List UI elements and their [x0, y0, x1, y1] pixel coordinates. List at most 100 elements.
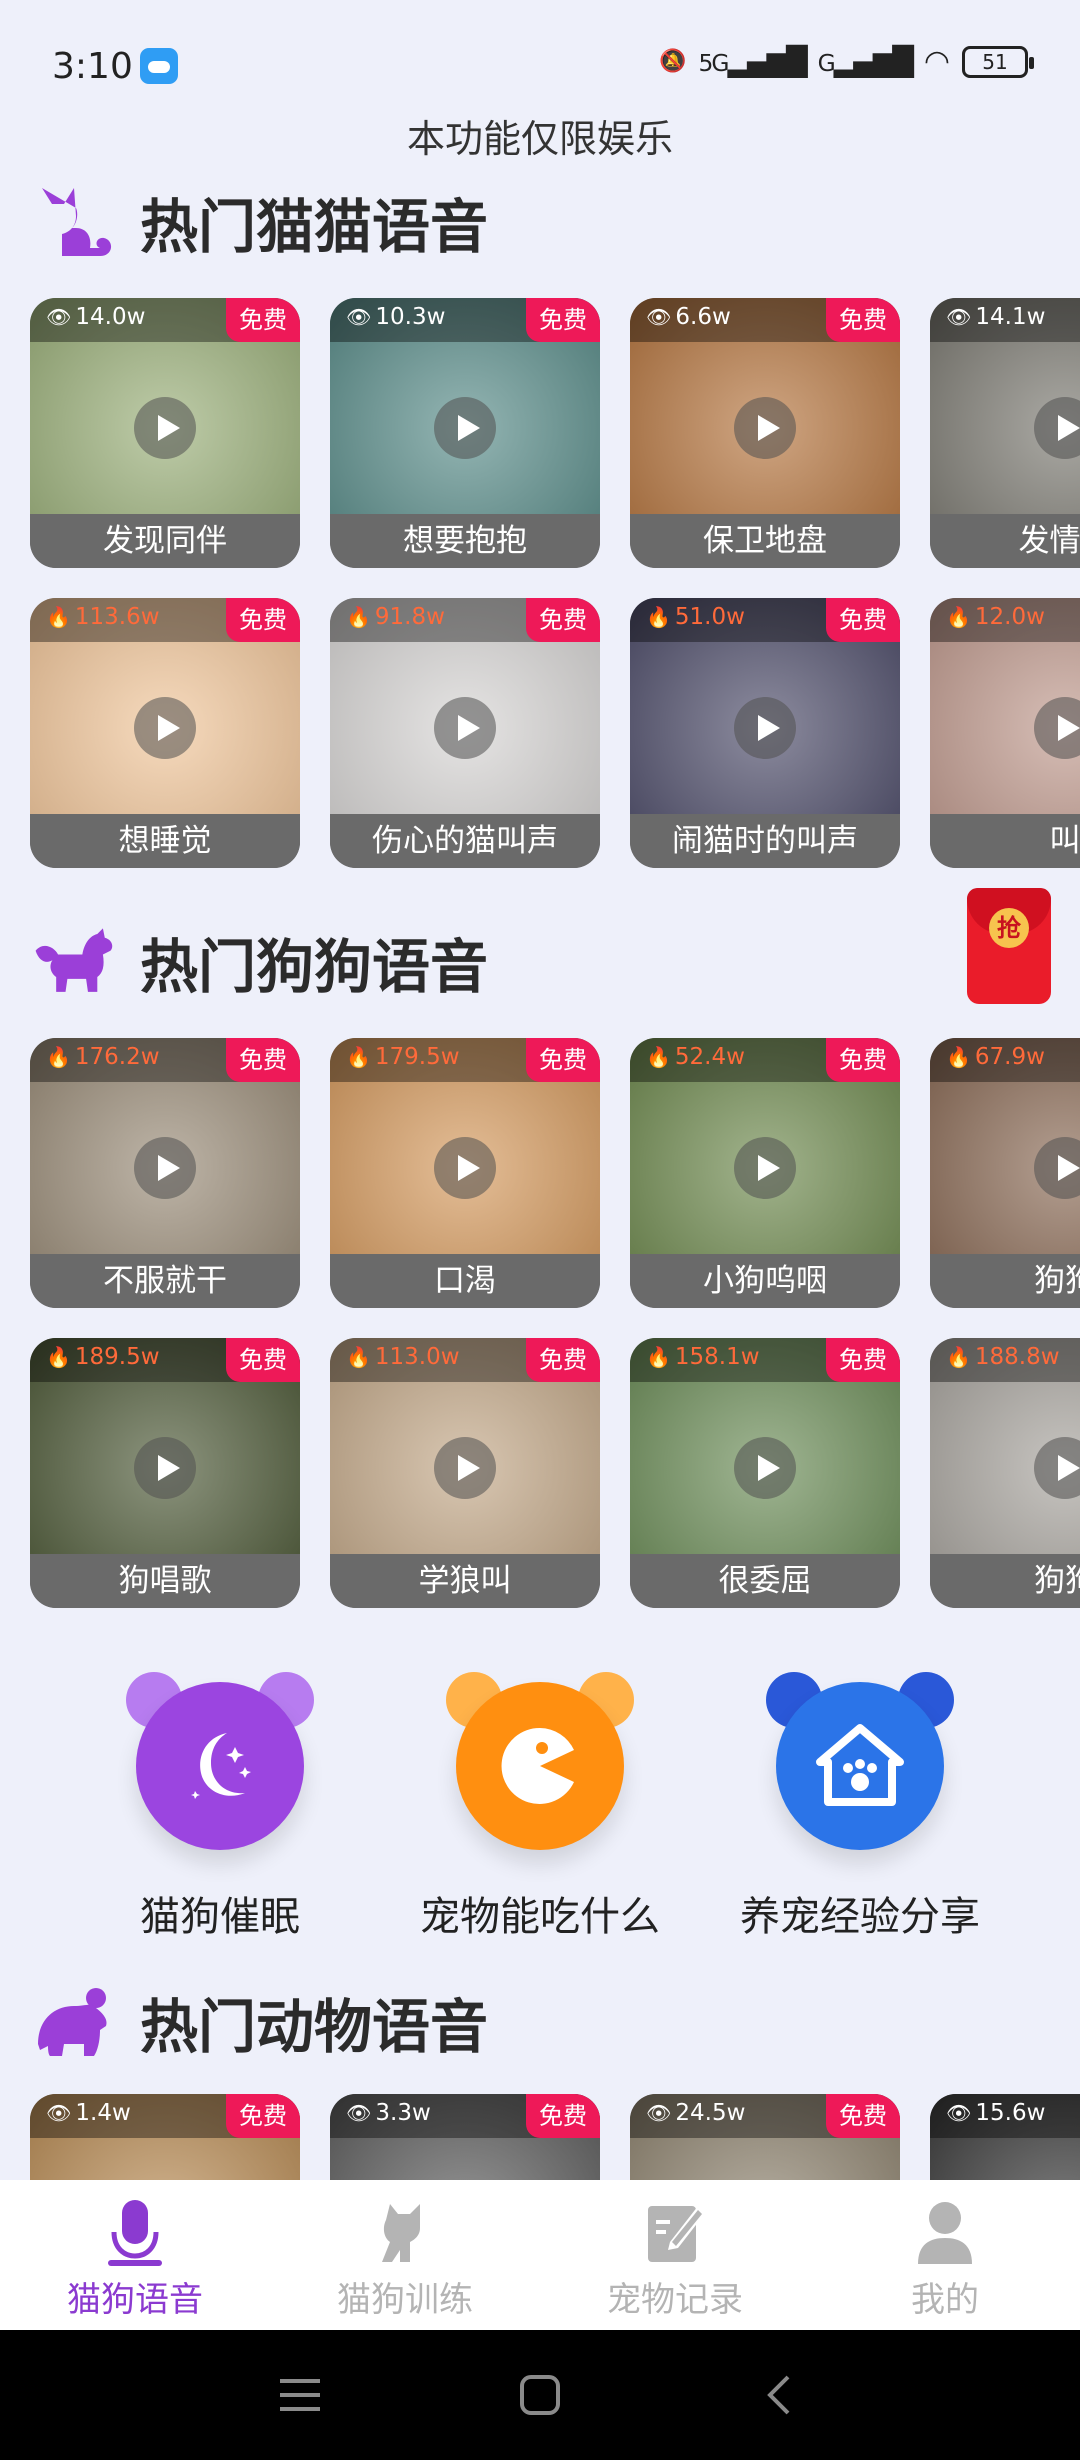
tab-label: 我的	[911, 2280, 979, 2320]
voice-card[interactable]: 🔥188.8w免费狗狗	[930, 1338, 1080, 1608]
hot-count: 🔥 188.8w	[946, 1344, 1060, 1370]
voice-card[interactable]: 👁 3.3w 免费	[330, 2094, 600, 2180]
fire-icon: 🔥	[946, 1345, 971, 1369]
eye-icon: 👁	[346, 305, 372, 329]
fire-icon: 🔥	[646, 1345, 671, 1369]
edit-note-icon	[640, 2198, 710, 2266]
voice-card[interactable]: 🔥 176.2w 免费 不服就干	[30, 1038, 300, 1308]
tab-user[interactable]: 我的	[810, 2180, 1080, 2330]
bottom-tab-bar: 猫狗语音 猫狗训练 宠物记录 我的	[0, 2180, 1080, 2330]
voice-card[interactable]: 👁 6.6w 免费 保卫地盘	[630, 298, 900, 568]
voice-card-caption: 小狗呜咽	[630, 1254, 900, 1308]
section-header-animals: 热门动物语音	[30, 1980, 488, 2064]
mute-icon: 🔕	[659, 49, 687, 74]
play-icon[interactable]	[134, 1437, 196, 1499]
free-badge: 免费	[226, 1038, 300, 1082]
hot-count: 🔥 51.0w	[646, 604, 745, 630]
dog-voice-row-2: 🔥 189.5w 免费 狗唱歌 🔥 113.0w 免费 学狼叫 🔥 158.1w 免费 很委屈 🔥 188…	[30, 1338, 1080, 1608]
red-packet-button[interactable]: 抢	[967, 888, 1051, 1004]
eye-icon: 👁	[646, 305, 672, 329]
eye-icon: 👁	[946, 305, 972, 329]
home-icon[interactable]	[518, 2373, 562, 2417]
user-icon	[910, 2198, 980, 2266]
fire-icon: 🔥	[646, 605, 671, 629]
cloud-icon	[140, 48, 178, 84]
hot-count: 🔥 176.2w	[46, 1044, 160, 1070]
menu-icon[interactable]	[278, 2375, 322, 2415]
voice-card-caption: 闹猫时的叫声	[630, 814, 900, 868]
play-icon[interactable]	[434, 697, 496, 759]
voice-card[interactable]: 🔥 158.1w 免费 很委屈	[630, 1338, 900, 1608]
fire-icon: 🔥	[46, 605, 71, 629]
free-badge: 免费	[826, 2094, 900, 2138]
voice-card[interactable]: 🔥 113.0w 免费 学狼叫	[330, 1338, 600, 1608]
hot-count: 🔥 67.9w	[946, 1044, 1045, 1070]
voice-card-caption: 想睡觉	[30, 814, 300, 868]
play-icon[interactable]	[434, 1437, 496, 1499]
play-icon[interactable]	[434, 397, 496, 459]
hot-count: 🔥 113.6w	[46, 604, 160, 630]
voice-card-caption: 伤心的猫叫声	[330, 814, 600, 868]
hot-count: 🔥 12.0w	[946, 604, 1045, 630]
tab-edit-note[interactable]: 宠物记录	[540, 2180, 810, 2330]
voice-card[interactable]: 🔥 51.0w 免费闹猫时的叫声	[630, 598, 900, 868]
fire-icon: 🔥	[946, 1045, 971, 1069]
feature-icon-wrap	[766, 1672, 954, 1850]
voice-card[interactable]: 👁14.1w免费发情的	[930, 298, 1080, 568]
play-icon[interactable]	[734, 697, 796, 759]
free-badge: 免费	[526, 1338, 600, 1382]
free-badge: 免费	[526, 298, 600, 342]
feature-pacman[interactable]: 宠物能吃什么	[390, 1672, 690, 1942]
battery-icon: 51	[962, 45, 1034, 78]
voice-card[interactable]: 🔥 52.4w 免费 小狗呜咽	[630, 1038, 900, 1308]
signal-icon: 5G▂▄▆█	[698, 45, 808, 78]
hot-count: 🔥 91.8w	[346, 604, 445, 630]
voice-card[interactable]: 👁 1.4w 免费	[30, 2094, 300, 2180]
view-count: 👁 10.3w	[346, 304, 446, 330]
voice-card-caption: 叫	[930, 814, 1080, 868]
play-icon[interactable]	[734, 397, 796, 459]
fire-icon: 🔥	[346, 605, 371, 629]
animal-voice-row: 👁1.4w 免费 👁3.3w 免费 👁24.5w 免费 👁15.6w免费	[30, 2094, 1080, 2180]
free-badge: 免费	[826, 598, 900, 642]
voice-card-caption: 很委屈	[630, 1554, 900, 1608]
play-icon[interactable]	[134, 397, 196, 459]
feature-moon-stars[interactable]: 猫狗催眠	[70, 1672, 370, 1942]
back-icon[interactable]	[758, 2373, 802, 2417]
free-badge: 免费	[526, 2094, 600, 2138]
play-icon[interactable]	[434, 1137, 496, 1199]
voice-card-caption: 狗狗	[930, 1554, 1080, 1608]
voice-card-caption: 狗狗	[930, 1254, 1080, 1308]
fire-icon: 🔥	[646, 1045, 671, 1069]
voice-card[interactable]: 🔥 189.5w 免费 狗唱歌	[30, 1338, 300, 1608]
moon-stars-icon	[136, 1682, 304, 1850]
fire-icon: 🔥	[46, 1345, 71, 1369]
voice-card[interactable]: 👁 10.3w 免费 想要抱抱	[330, 298, 600, 568]
dog-icon	[370, 2198, 440, 2266]
dog-icon	[30, 922, 116, 1002]
voice-card[interactable]: 🔥 179.5w 免费 口渴	[330, 1038, 600, 1308]
feature-pet-house[interactable]: 养宠经验分享	[710, 1672, 1010, 1942]
voice-card-caption: 发情的	[930, 514, 1080, 568]
fire-icon: 🔥	[946, 605, 971, 629]
voice-card[interactable]: 🔥 113.6w 免费 想睡觉	[30, 598, 300, 868]
eye-icon: 👁	[346, 2101, 372, 2125]
tab-microphone[interactable]: 猫狗语音	[0, 2180, 270, 2330]
eye-icon: 👁	[46, 2101, 72, 2125]
voice-card[interactable]: 👁 14.0w 免费 发现同伴	[30, 298, 300, 568]
voice-card[interactable]: 🔥67.9w免费狗狗	[930, 1038, 1080, 1308]
voice-card[interactable]: 👁 24.5w 免费	[630, 2094, 900, 2180]
play-icon[interactable]	[734, 1137, 796, 1199]
play-icon[interactable]	[134, 1137, 196, 1199]
play-icon[interactable]	[734, 1437, 796, 1499]
section-header-dogs: 热门狗狗语音	[30, 920, 488, 1004]
view-count: 👁 14.1w	[946, 304, 1046, 330]
tab-dog[interactable]: 猫狗训练	[270, 2180, 540, 2330]
voice-card[interactable]: 👁15.6w免费	[930, 2094, 1080, 2180]
eye-icon: 👁	[646, 2101, 672, 2125]
voice-card[interactable]: 🔥12.0w免费叫	[930, 598, 1080, 868]
play-icon[interactable]	[134, 697, 196, 759]
voice-card[interactable]: 🔥 91.8w 免费 伤心的猫叫声	[330, 598, 600, 868]
free-badge: 免费	[526, 1038, 600, 1082]
dog-voice-row-1: 🔥 176.2w 免费 不服就干 🔥 179.5w 免费 口渴 🔥 52.4w 免费 小狗呜咽 🔥 67.…	[30, 1038, 1080, 1308]
